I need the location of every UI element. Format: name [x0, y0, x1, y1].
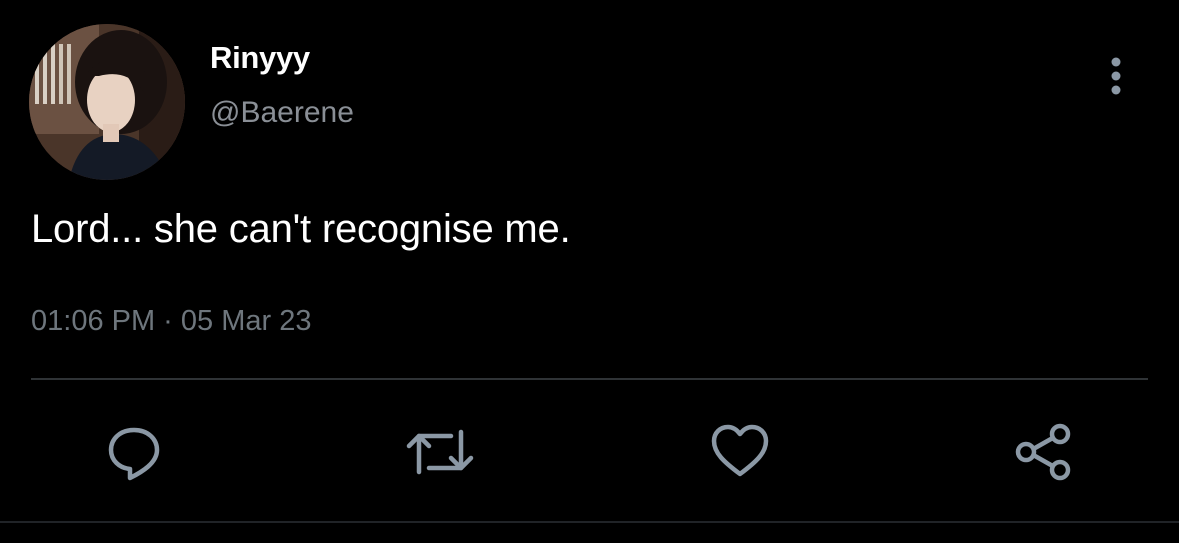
- bottom-divider: [0, 521, 1179, 523]
- tweet-text: Lord... she can't recognise me.: [31, 207, 571, 251]
- share-icon: [1015, 423, 1071, 481]
- heart-icon: [711, 424, 769, 477]
- more-options-button[interactable]: [1096, 52, 1136, 100]
- divider: [31, 378, 1148, 380]
- retweet-button[interactable]: [405, 422, 474, 482]
- reply-button[interactable]: [104, 422, 164, 482]
- display-name[interactable]: Rinyyy: [210, 40, 310, 76]
- tweet-detail: Rinyyy @Baerene Lord... she can't recogn…: [0, 0, 1179, 543]
- tweet-timestamp[interactable]: 01:06 PM · 05 Mar 23: [31, 305, 311, 338]
- user-handle[interactable]: @Baerene: [210, 96, 354, 130]
- reply-icon: [108, 427, 160, 481]
- like-button[interactable]: [710, 422, 770, 482]
- share-button[interactable]: [1012, 422, 1072, 482]
- avatar[interactable]: [29, 24, 185, 180]
- retweet-icon: [406, 429, 474, 475]
- more-vertical-icon: [1111, 57, 1121, 95]
